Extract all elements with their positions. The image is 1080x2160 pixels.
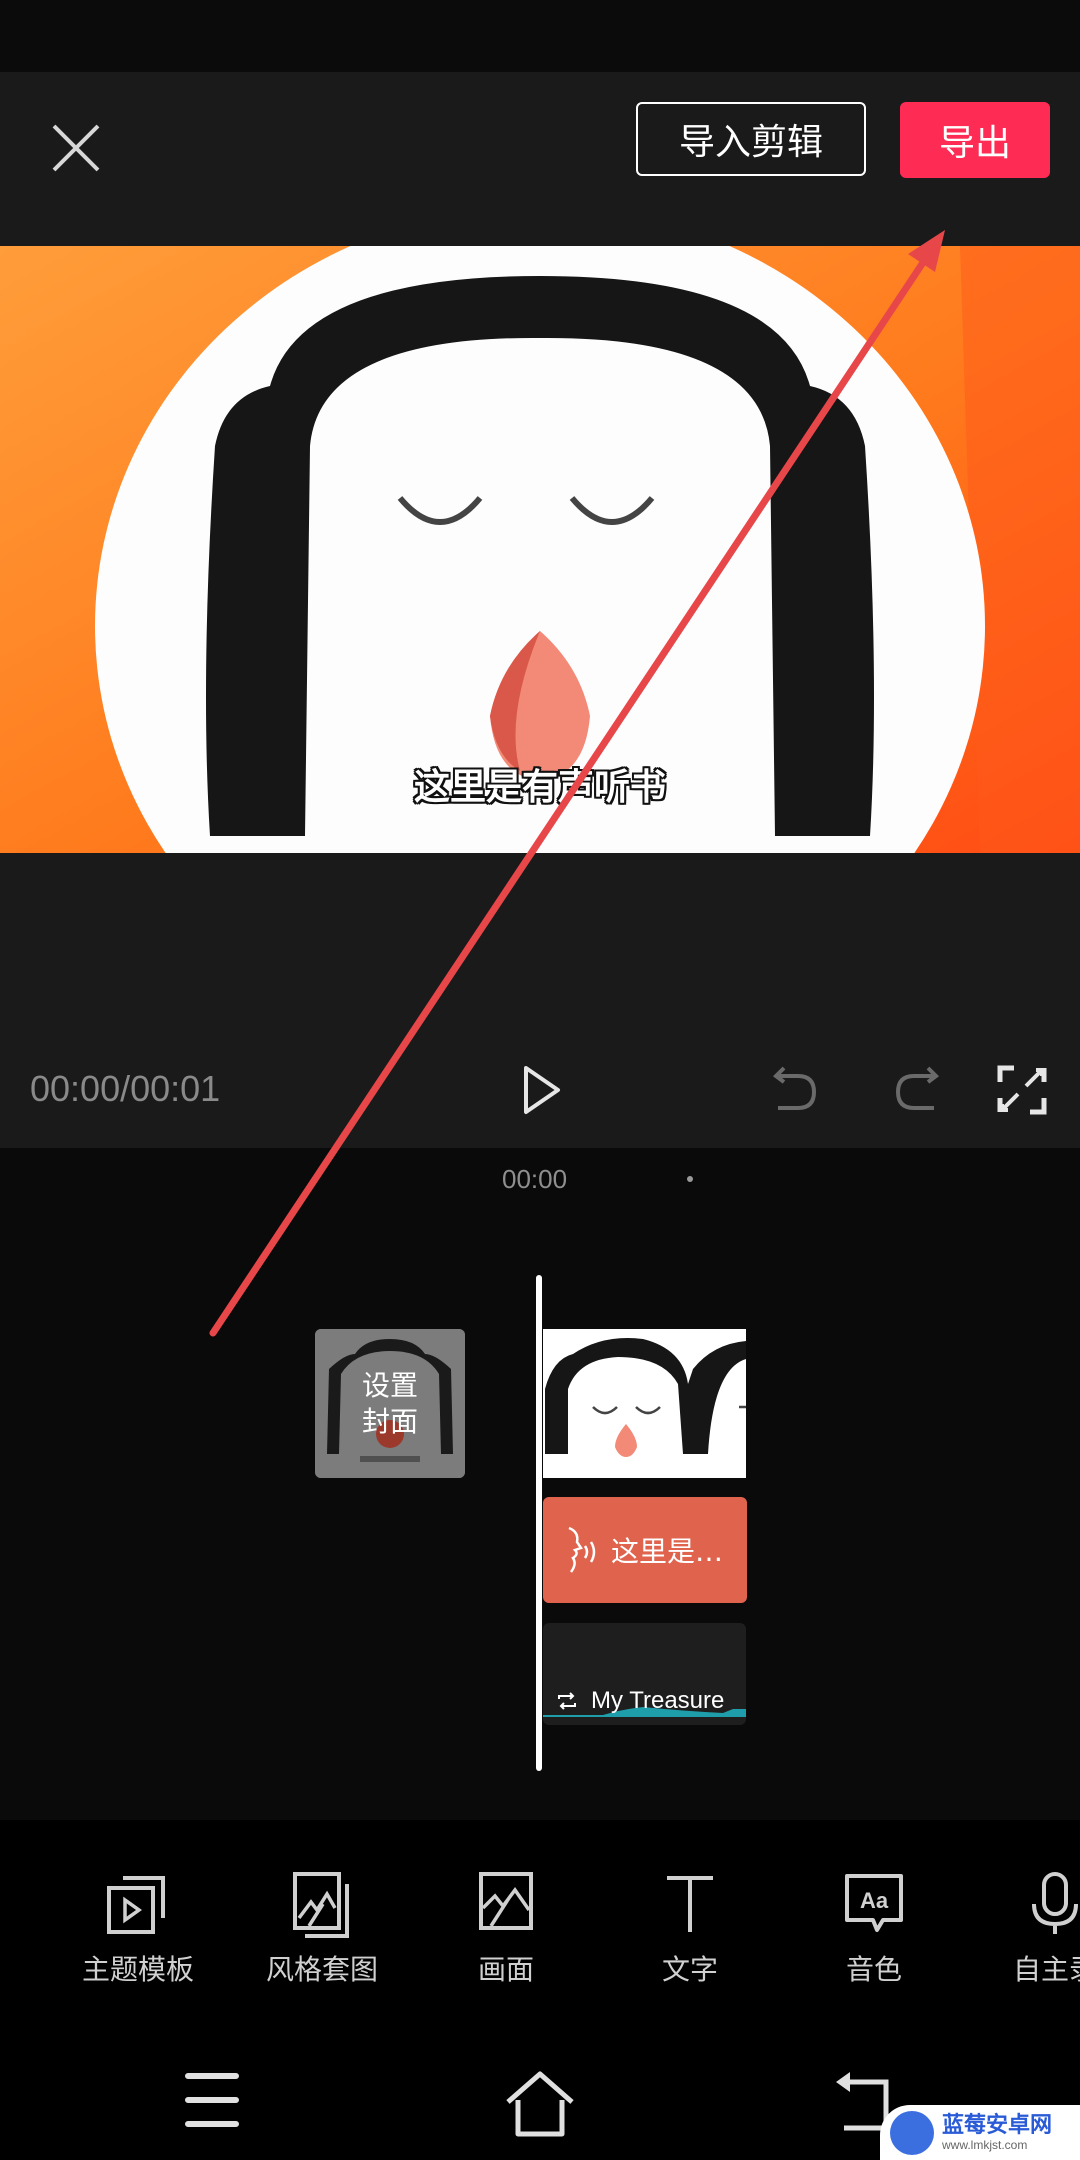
fullscreen-icon (997, 1065, 1047, 1115)
export-button[interactable]: 导出 (900, 102, 1050, 178)
ruler-time: 00:00 (502, 1164, 568, 1194)
microphone-icon (1032, 1872, 1078, 1934)
text-to-speech-clip[interactable]: 这里是… (543, 1497, 747, 1603)
play-button[interactable] (508, 1058, 572, 1122)
toolbar-label: 音色 (845, 1953, 902, 1986)
set-cover-button[interactable]: 设置 封面 (315, 1329, 465, 1478)
image-icon (479, 1872, 533, 1930)
redo-icon (895, 1066, 940, 1110)
toolbar-item-text[interactable]: 文字 (610, 1868, 770, 1988)
toolbar-label: 自主录 (1012, 1953, 1080, 1986)
toolbar-label: 风格套图 (265, 1953, 378, 1986)
voice-tone-icon: Aa (845, 1874, 903, 1932)
theme-template-icon (107, 1876, 165, 1934)
music-title: My Treasure (591, 1687, 725, 1714)
text-icon (667, 1876, 713, 1932)
ruler-tick-dot (687, 1176, 693, 1182)
undo-icon (772, 1066, 817, 1110)
undo-button[interactable] (764, 1058, 828, 1122)
toolbar-item-style-set[interactable]: 风格套图 (242, 1868, 402, 1988)
import-edit-button[interactable]: 导入剪辑 (636, 102, 866, 176)
toolbar-item-voice-tone[interactable]: Aa 音色 (794, 1868, 954, 1988)
toolbar-label: 文字 (661, 1953, 718, 1986)
watermark: 蓝莓安卓网 www.lmkjst.com (880, 2105, 1080, 2160)
watermark-title: 蓝莓安卓网 (942, 2112, 1053, 2138)
menu-button[interactable] (172, 2060, 252, 2140)
redo-button[interactable] (884, 1058, 948, 1122)
close-button[interactable] (48, 120, 104, 176)
status-bar (0, 0, 1080, 72)
play-icon (524, 1066, 560, 1114)
video-clip-thumbnail (543, 1329, 746, 1478)
toolbar-label: 画面 (477, 1953, 534, 1986)
time-readout: 00:00/00:01 (30, 1068, 221, 1109)
toolbar-item-theme-template[interactable]: 主题模板 (58, 1868, 218, 1988)
music-clip-label-row: My Treasure (555, 1687, 724, 1715)
toolbar-item-self-record[interactable]: 自主录 (975, 1868, 1080, 1988)
style-set-icon (293, 1872, 349, 1938)
toolbar-item-image[interactable]: 画面 (426, 1868, 586, 1988)
menu-icon (185, 2073, 239, 2127)
fullscreen-button[interactable] (990, 1058, 1054, 1122)
home-button[interactable] (500, 2060, 580, 2140)
video-subtitle: 这里是有声听书 (413, 767, 666, 808)
watermark-logo-icon (890, 2110, 934, 2155)
watermark-url: www.lmkjst.com (942, 2137, 1028, 2152)
loop-icon (558, 1692, 576, 1710)
svg-text:Aa: Aa (860, 1888, 889, 1913)
cover-label-line2: 封面 (361, 1404, 418, 1438)
toolbar-label: 主题模板 (81, 1953, 194, 1986)
close-icon (52, 124, 100, 172)
speaking-head-icon (568, 1526, 596, 1573)
cover-label-line1: 设置 (361, 1368, 418, 1402)
music-clip[interactable]: My Treasure (543, 1623, 746, 1725)
text-clip-label: 这里是… (611, 1535, 724, 1568)
video-clip[interactable] (543, 1329, 746, 1478)
cover-label: 设置 封面 (315, 1329, 465, 1478)
playhead[interactable] (536, 1275, 542, 1771)
home-icon (506, 2071, 574, 2137)
